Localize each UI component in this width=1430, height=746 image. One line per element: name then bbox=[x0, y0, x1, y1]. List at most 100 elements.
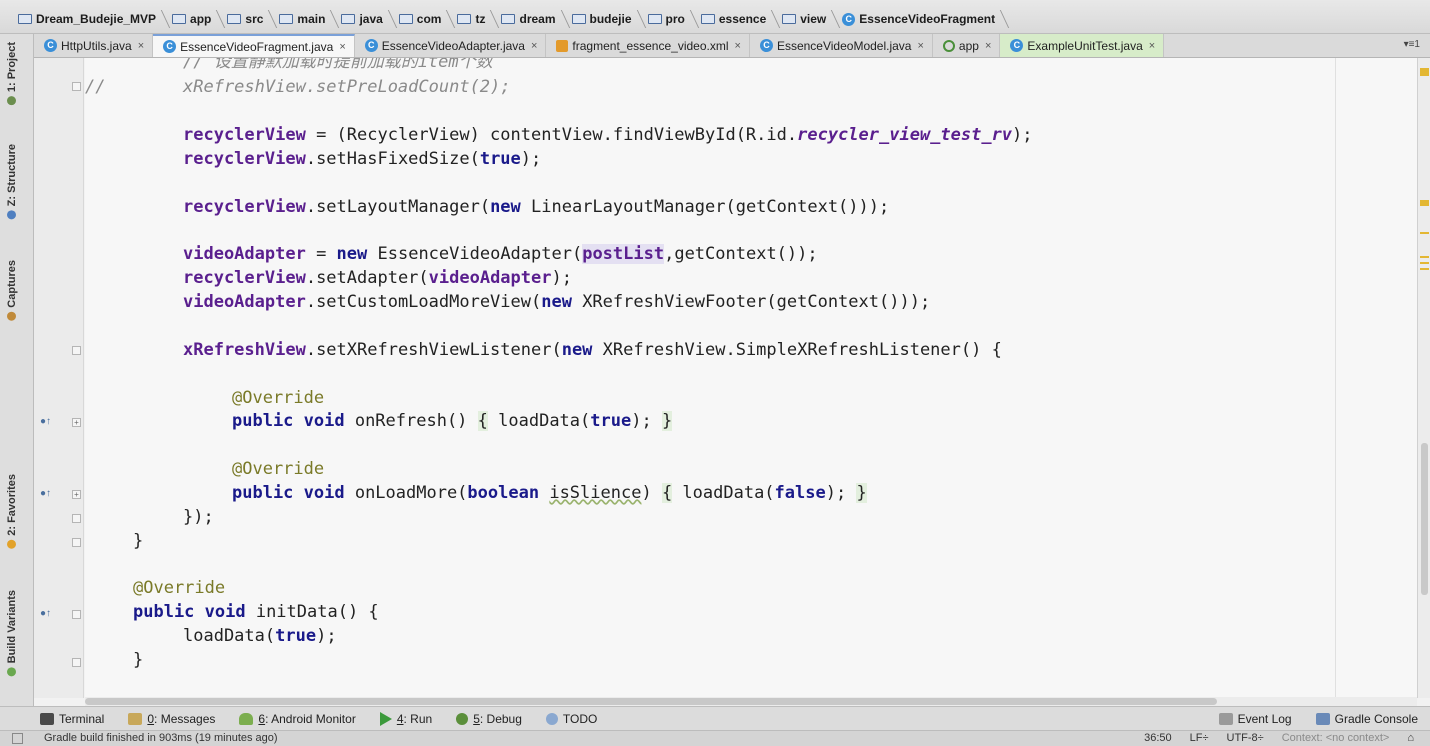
horizontal-scrollbar[interactable] bbox=[85, 697, 1417, 706]
horizontal-scroll-thumb[interactable] bbox=[85, 698, 1217, 705]
debug-tool-button[interactable]: 5: Debug bbox=[444, 707, 534, 731]
fold-expand-icon[interactable]: + bbox=[72, 490, 81, 499]
tab-essence-video-fragment[interactable]: C EssenceVideoFragment.java × bbox=[153, 34, 355, 57]
package-icon bbox=[501, 14, 516, 24]
tab-essence-video-adapter[interactable]: C EssenceVideoAdapter.java × bbox=[355, 34, 547, 57]
code-line: xRefreshView.setPreLoadCount(2); bbox=[183, 77, 511, 97]
class-icon: C bbox=[163, 40, 177, 53]
messages-tool-button[interactable]: 0: Messages bbox=[116, 707, 227, 731]
tab-essence-video-model[interactable]: C EssenceVideoModel.java × bbox=[750, 34, 933, 57]
code-line: } bbox=[133, 650, 144, 670]
warning-marker[interactable] bbox=[1420, 262, 1429, 264]
override-method-icon[interactable]: ●↑ bbox=[40, 488, 51, 499]
breadcrumb-pro[interactable]: pro bbox=[642, 8, 695, 30]
lock-icon[interactable]: ⌂ bbox=[1407, 732, 1414, 744]
breadcrumb-essence[interactable]: essence bbox=[695, 8, 776, 30]
status-widgets: 36:50 LF÷ UTF-8÷ Context: <no context> ⌂ bbox=[1144, 732, 1414, 744]
captures-tool-button[interactable]: Captures bbox=[6, 260, 18, 321]
folder-icon bbox=[341, 14, 356, 24]
vertical-scroll-thumb[interactable] bbox=[1421, 443, 1428, 595]
breadcrumb-java[interactable]: java bbox=[335, 8, 392, 30]
terminal-icon bbox=[40, 712, 54, 725]
favorites-tool-button[interactable]: 2: Favorites bbox=[6, 474, 18, 549]
tab-list-menu-button[interactable]: ▾≡1 bbox=[1404, 39, 1420, 50]
close-icon[interactable]: × bbox=[1149, 40, 1155, 52]
breadcrumb-project[interactable]: Dream_Budejie_MVP bbox=[12, 8, 166, 30]
close-icon[interactable]: × bbox=[138, 40, 144, 52]
tool-windows-toggle-icon[interactable] bbox=[12, 733, 23, 744]
todo-icon bbox=[545, 712, 558, 725]
folder-icon bbox=[227, 14, 242, 24]
override-method-icon[interactable]: ●↑ bbox=[40, 416, 51, 427]
build-variants-tool-button[interactable]: Build Variants bbox=[6, 590, 18, 677]
code-editor[interactable]: // 设置静默加载时提前加载的item个数 // xRefreshView.se… bbox=[85, 58, 1417, 698]
class-icon: C bbox=[44, 39, 57, 52]
package-icon bbox=[571, 14, 586, 24]
navigation-bar: Dream_Budejie_MVP app src main java com … bbox=[0, 0, 1430, 34]
code-line: public void onLoadMore(boolean isSlience… bbox=[232, 483, 867, 503]
warning-marker[interactable] bbox=[1420, 268, 1429, 270]
close-icon[interactable]: × bbox=[735, 40, 741, 52]
error-stripe[interactable] bbox=[1417, 58, 1430, 698]
override-method-icon[interactable]: ●↑ bbox=[40, 608, 51, 619]
breadcrumb-main[interactable]: main bbox=[273, 8, 335, 30]
project-tool-button[interactable]: 1: Project bbox=[6, 42, 18, 106]
status-message[interactable]: Gradle build finished in 903ms (19 minut… bbox=[44, 732, 278, 744]
context-indicator[interactable]: Context: <no context> bbox=[1282, 732, 1390, 744]
fold-marker[interactable] bbox=[72, 538, 81, 547]
code-line: recyclerView.setAdapter(videoAdapter); bbox=[183, 268, 572, 288]
class-icon: C bbox=[759, 39, 773, 52]
fold-expand-icon[interactable]: + bbox=[72, 418, 81, 427]
encoding-selector[interactable]: UTF-8÷ bbox=[1227, 732, 1264, 744]
code-line: videoAdapter.setCustomLoadMoreView(new X… bbox=[183, 292, 931, 312]
fold-marker[interactable] bbox=[72, 82, 81, 91]
tab-app[interactable]: app × bbox=[933, 34, 1001, 57]
fold-marker[interactable] bbox=[72, 346, 81, 355]
close-icon[interactable]: × bbox=[985, 40, 991, 52]
breadcrumb-src[interactable]: src bbox=[221, 8, 273, 30]
breadcrumb-budejie[interactable]: budejie bbox=[566, 8, 642, 30]
close-icon[interactable]: × bbox=[917, 40, 923, 52]
fold-marker[interactable] bbox=[72, 658, 81, 667]
fold-marker[interactable] bbox=[72, 514, 81, 523]
package-icon bbox=[782, 14, 797, 24]
package-icon bbox=[457, 14, 472, 24]
folder-icon bbox=[172, 14, 187, 24]
close-icon[interactable]: × bbox=[531, 40, 537, 52]
breadcrumb-com[interactable]: com bbox=[393, 8, 452, 30]
breadcrumb-class[interactable]: C EssenceVideoFragment bbox=[836, 8, 1005, 30]
left-tool-strip: 1: Project Z: Structure Captures 2: Favo… bbox=[0, 34, 34, 706]
todo-tool-button[interactable]: TODO bbox=[534, 707, 609, 731]
fold-marker[interactable] bbox=[72, 610, 81, 619]
code-line: videoAdapter = new EssenceVideoAdapter(p… bbox=[183, 244, 818, 264]
code-line-annotation: @Override bbox=[232, 459, 325, 479]
breadcrumb-view[interactable]: view bbox=[776, 8, 836, 30]
messages-icon bbox=[128, 712, 143, 725]
event-log-tool-button[interactable]: Event Log bbox=[1207, 707, 1304, 731]
right-margin-guide bbox=[1335, 58, 1336, 698]
close-icon[interactable]: × bbox=[339, 41, 345, 53]
caret-position[interactable]: 36:50 bbox=[1144, 732, 1172, 744]
star-icon bbox=[7, 539, 17, 549]
code-line: recyclerView = (RecyclerView) contentVie… bbox=[183, 125, 1033, 145]
warning-marker[interactable] bbox=[1420, 68, 1429, 76]
tab-httputils[interactable]: C HttpUtils.java × bbox=[34, 34, 154, 57]
android-monitor-tool-button[interactable]: 6: Android Monitor bbox=[227, 707, 367, 731]
warning-marker[interactable] bbox=[1420, 200, 1429, 206]
warning-marker[interactable] bbox=[1420, 256, 1429, 258]
structure-tool-button[interactable]: Z: Structure bbox=[6, 144, 18, 220]
warning-marker[interactable] bbox=[1420, 232, 1429, 234]
breadcrumb-tz[interactable]: tz bbox=[451, 8, 495, 30]
tab-example-unit-test[interactable]: C ExampleUnitTest.java × bbox=[1000, 34, 1165, 57]
project-icon bbox=[7, 96, 17, 106]
breadcrumb-app[interactable]: app bbox=[166, 8, 221, 30]
run-tool-button[interactable]: 4: Run bbox=[368, 707, 444, 731]
app-icon bbox=[942, 39, 955, 52]
line-separator-selector[interactable]: LF÷ bbox=[1190, 732, 1209, 744]
structure-icon bbox=[7, 210, 17, 220]
tab-fragment-essence-video-xml[interactable]: fragment_essence_video.xml × bbox=[546, 34, 750, 57]
gradle-console-tool-button[interactable]: Gradle Console bbox=[1304, 707, 1430, 731]
terminal-tool-button[interactable]: Terminal bbox=[0, 707, 116, 731]
status-bar: Gradle build finished in 903ms (19 minut… bbox=[0, 730, 1430, 746]
breadcrumb-dream[interactable]: dream bbox=[495, 8, 565, 30]
